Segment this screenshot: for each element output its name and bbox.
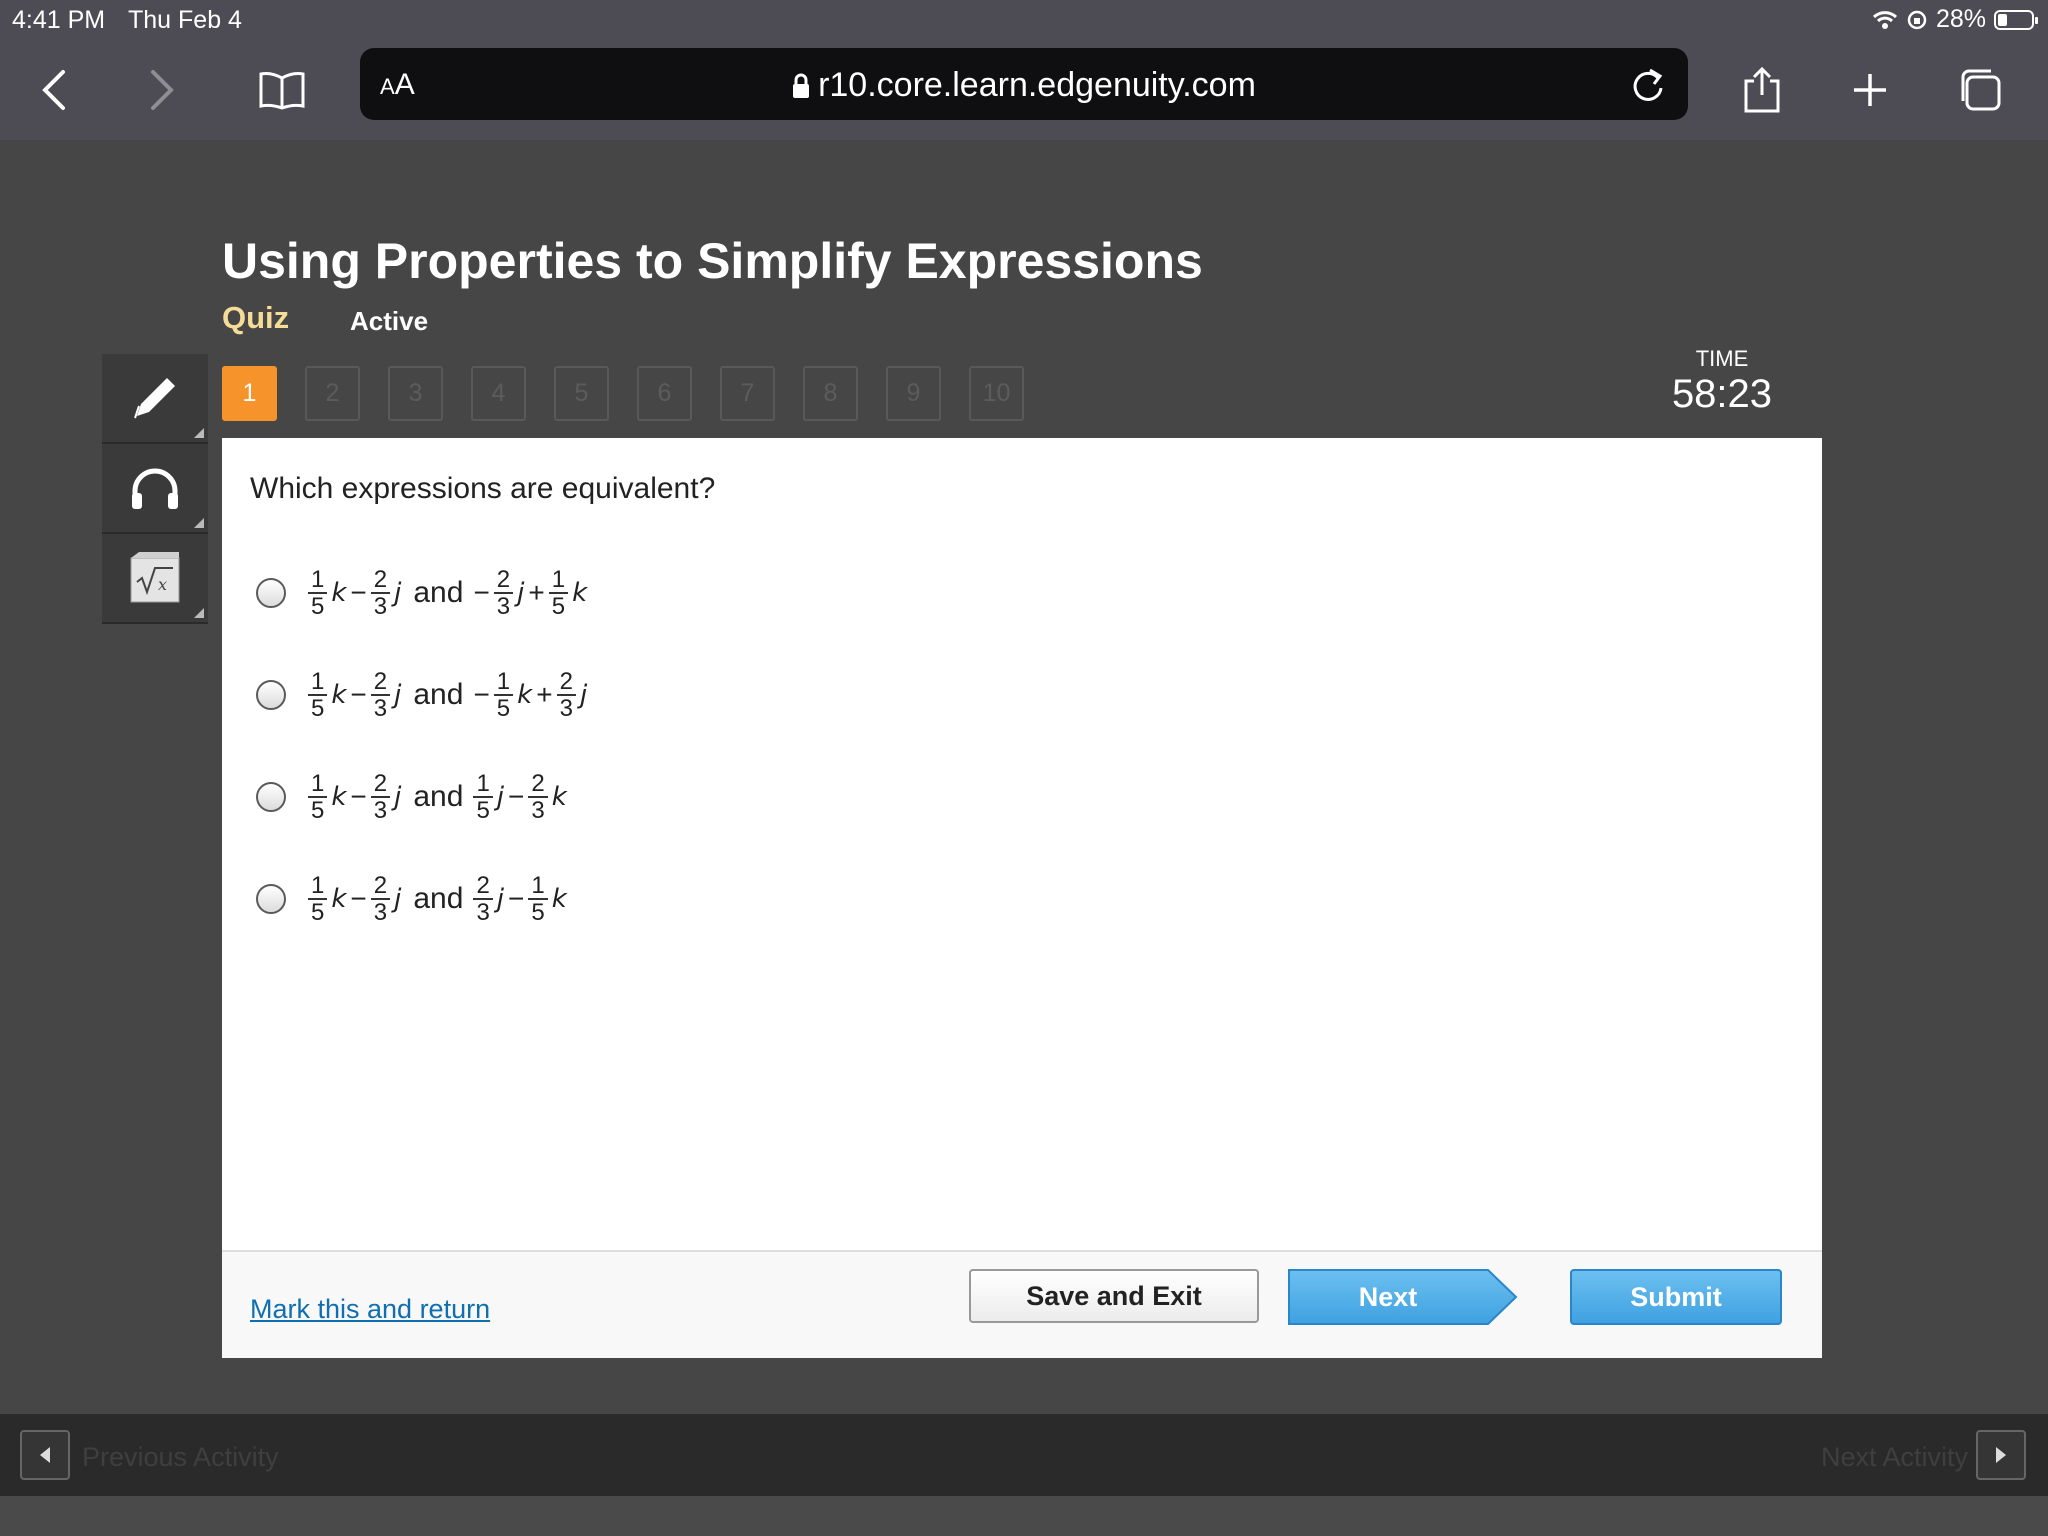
radio-button[interactable] xyxy=(256,884,286,914)
page-title: Using Properties to Simplify Expressions xyxy=(222,233,1203,289)
question-8-button[interactable]: 8 xyxy=(803,366,858,421)
lock-icon xyxy=(793,73,810,98)
share-icon[interactable] xyxy=(1732,60,1792,120)
question-4-button[interactable]: 4 xyxy=(471,366,526,421)
activity-nav-bar: Previous Activity Next Activity xyxy=(0,1414,2048,1496)
status-bar: 4:41 PM Thu Feb 4 28% xyxy=(0,0,2048,40)
browser-toolbar: AA r10.core.learn.edgenuity.com xyxy=(0,40,2048,140)
wifi-icon xyxy=(1872,10,1897,29)
question-1-button[interactable]: 1 xyxy=(222,366,277,421)
choice-connector: and xyxy=(413,882,464,915)
quiz-status: Active xyxy=(350,306,429,336)
forward-icon[interactable] xyxy=(132,60,192,120)
orientation-lock-icon xyxy=(1907,10,1927,29)
quiz-label: Quiz xyxy=(222,300,290,335)
radio-button[interactable] xyxy=(256,782,286,812)
question-7-button[interactable]: 7 xyxy=(720,366,775,421)
answer-choices: 1 5 k −2 3 j and −2 3 j +1 5 k 1 5 k −2 3 j and −1 5 k +2 3… xyxy=(256,542,589,950)
radio-button[interactable] xyxy=(256,680,286,710)
question-5-button[interactable]: 5 xyxy=(554,366,609,421)
triangle-left-icon xyxy=(40,1447,50,1463)
question-navigation: 1 2 3 4 5 6 7 8 9 10 xyxy=(222,366,1024,421)
question-footer: Mark this and return Save and Exit Next … xyxy=(222,1250,1822,1358)
url-display[interactable]: r10.core.learn.edgenuity.com xyxy=(360,66,1688,105)
bookmarks-icon[interactable] xyxy=(252,60,312,120)
status-time: 4:41 PM xyxy=(12,6,106,34)
address-bar[interactable]: AA r10.core.learn.edgenuity.com xyxy=(360,48,1688,120)
choice-connector: and xyxy=(413,576,464,609)
radio-button[interactable] xyxy=(256,578,286,608)
next-button[interactable]: Next xyxy=(1288,1269,1518,1325)
square-root-icon: x xyxy=(130,552,180,603)
next-activity-label[interactable]: Next Activity xyxy=(1821,1442,1968,1473)
mark-and-return-link[interactable]: Mark this and return xyxy=(250,1294,490,1325)
math-tool-button[interactable]: x xyxy=(102,534,208,624)
choice-expression: 1 5 k −2 3 j and −1 5 k +2 3 j xyxy=(306,669,589,721)
tool-palette: x xyxy=(102,354,208,624)
submit-button[interactable]: Submit xyxy=(1570,1269,1782,1325)
audio-tool-button[interactable] xyxy=(102,444,208,534)
headphones-icon xyxy=(132,468,178,509)
question-10-button[interactable]: 10 xyxy=(969,366,1024,421)
svg-text:x: x xyxy=(158,575,167,594)
choice-connector: and xyxy=(413,678,464,711)
question-prompt: Which expressions are equivalent? xyxy=(250,472,716,505)
url-text: r10.core.learn.edgenuity.com xyxy=(818,66,1256,104)
status-indicators: 28% xyxy=(1872,5,2038,34)
save-and-exit-button[interactable]: Save and Exit xyxy=(969,1269,1259,1323)
answer-choice[interactable]: 1 5 k −2 3 j and 2 3 j −1 5 k xyxy=(256,848,589,950)
battery-icon xyxy=(1994,9,2038,30)
question-2-button[interactable]: 2 xyxy=(305,366,360,421)
choice-connector: and xyxy=(413,780,464,813)
tabs-icon[interactable] xyxy=(1950,60,2010,120)
choice-expression: 1 5 k −2 3 j and 2 3 j −1 5 k xyxy=(306,873,569,925)
reload-icon[interactable] xyxy=(1628,62,1668,106)
question-panel: Which expressions are equivalent? 1 5 k −2 3… xyxy=(222,438,1822,1358)
answer-choice[interactable]: 1 5 k −2 3 j and −1 5 k +2 3 j xyxy=(256,644,589,746)
status-date: Thu Feb 4 xyxy=(128,6,242,34)
new-tab-icon[interactable] xyxy=(1840,60,1900,120)
previous-activity-button[interactable] xyxy=(20,1430,70,1480)
answer-choice[interactable]: 1 5 k −2 3 j and 1 5 j −2 3 k xyxy=(256,746,589,848)
question-6-button[interactable]: 6 xyxy=(637,366,692,421)
pencil-icon xyxy=(134,378,175,419)
next-label: Next xyxy=(1358,1281,1418,1312)
back-icon[interactable] xyxy=(24,60,84,120)
pencil-tool-button[interactable] xyxy=(102,354,208,444)
choice-expression: 1 5 k −2 3 j and 1 5 j −2 3 k xyxy=(306,771,569,823)
triangle-right-icon xyxy=(1996,1447,2006,1463)
question-3-button[interactable]: 3 xyxy=(388,366,443,421)
previous-activity-label[interactable]: Previous Activity xyxy=(82,1442,279,1473)
bottom-strip xyxy=(0,1496,2048,1536)
choice-expression: 1 5 k −2 3 j and −2 3 j +1 5 k xyxy=(306,567,589,619)
question-9-button[interactable]: 9 xyxy=(886,366,941,421)
next-activity-button[interactable] xyxy=(1976,1430,2026,1480)
timer-label: TIME REMAINING xyxy=(1695,346,1749,366)
battery-percent: 28% xyxy=(1935,5,1986,33)
timer-value: 58:23 xyxy=(1671,372,1773,416)
answer-choice[interactable]: 1 5 k −2 3 j and −2 3 j +1 5 k xyxy=(256,542,589,644)
